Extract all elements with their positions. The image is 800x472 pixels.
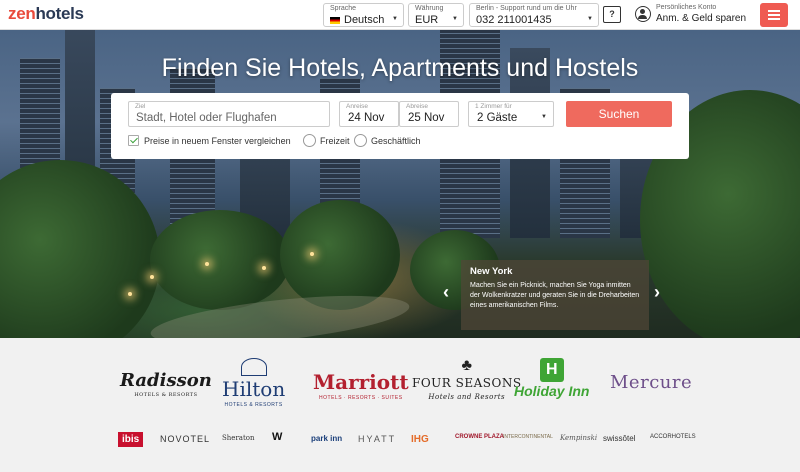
checkin-value: 24 Nov (348, 112, 385, 124)
mercure-logo: Mercure (610, 372, 692, 393)
business-radio[interactable] (354, 134, 367, 147)
checkout-label: Abreise (406, 103, 429, 110)
compare-label[interactable]: Preise in neuem Fenster vergleichen (144, 136, 291, 146)
kempinski-logo: Kempinski (560, 434, 598, 442)
marriott-sub: HOTELS · RESORTS · SUITES (319, 395, 403, 401)
user-account-icon[interactable] (635, 6, 651, 22)
hilton-logo: Hilton HOTELS & RESORTS (222, 358, 285, 408)
hyatt-logo: HYATT (358, 434, 397, 444)
currency-label: Währung (415, 5, 444, 12)
radisson-sub: HOTELS & RESORTS (134, 392, 198, 398)
ibis-logo: ibis (118, 432, 144, 447)
german-flag-icon (330, 16, 340, 24)
hilton-name: Hilton (222, 377, 286, 401)
carousel-next-arrow-icon[interactable]: › (654, 282, 660, 303)
novotel-logo: NOVOTEL (160, 434, 211, 444)
menu-bar (768, 18, 780, 20)
chat-help-icon[interactable]: ? (603, 6, 621, 23)
language-label: Sprache (330, 5, 357, 12)
leisure-radio[interactable] (303, 134, 316, 147)
hamburger-menu-button[interactable] (760, 3, 788, 27)
street-lamp (310, 252, 314, 256)
radisson-logo: Radisson HOTELS & RESORTS (120, 370, 212, 398)
promo-text: Machen Sie ein Picknick, machen Sie Yoga… (470, 282, 640, 309)
marriott-name: Marriott (313, 370, 409, 394)
currency-selector[interactable]: Währung EUR ▼ (408, 3, 464, 27)
intercontinental-logo: INTERCONTINENTAL (503, 434, 553, 440)
w-hotels-logo: W (272, 431, 283, 443)
support-phone: 032 211001435 (476, 14, 552, 26)
top-header: zenhotels Sprache Deutsch ▼ Währung EUR … (0, 0, 800, 30)
search-form: Ziel Anreise 24 Nov Abreise 25 Nov 1 Zim… (111, 93, 689, 159)
menu-bar (768, 10, 780, 12)
carousel-prev-arrow-icon[interactable]: ‹ (443, 282, 449, 303)
chevron-down-icon: ▼ (541, 114, 547, 120)
tree-emblem-icon: ♣ (461, 357, 473, 374)
search-button[interactable]: Suchen (566, 101, 672, 127)
marriott-logo: Marriott HOTELS · RESORTS · SUITES (313, 370, 409, 401)
chevron-down-icon: ▼ (392, 16, 398, 22)
currency-value: EUR (415, 14, 439, 26)
support-label: Berlin - Support rund um die Uhr (476, 5, 577, 12)
street-lamp (205, 262, 209, 266)
street-lamp (262, 266, 266, 270)
four-seasons-name: FOUR SEASONS (412, 376, 522, 390)
accorhotels-logo: ACCORHOTELS (650, 434, 696, 440)
guests-label: 1 Zimmer für (475, 103, 512, 110)
logo-hotels: hotels (35, 4, 84, 23)
support-phone-selector[interactable]: Berlin - Support rund um die Uhr 032 211… (469, 3, 599, 27)
tree (280, 200, 400, 310)
compare-checkbox[interactable] (128, 135, 139, 146)
hilton-sub: HOTELS & RESORTS (224, 402, 283, 408)
destination-promo-card[interactable]: New York Machen Sie ein Picknick, machen… (461, 260, 649, 330)
account-label[interactable]: Persönliches Konto (656, 4, 716, 11)
tree (0, 160, 160, 338)
four-seasons-sub: Hotels and Resorts (428, 393, 506, 401)
destination-input[interactable] (136, 112, 316, 124)
chevron-down-icon: ▼ (587, 16, 593, 22)
radisson-name: Radisson (120, 370, 212, 391)
account-login-link[interactable]: Anm. & Geld sparen (656, 13, 746, 24)
holiday-inn-name: Holiday Inn (514, 383, 590, 399)
street-lamp (150, 275, 154, 279)
hero-banner: Finden Sie Hotels, Apartments und Hostel… (0, 30, 800, 338)
checkin-label: Anreise (346, 103, 369, 110)
logo-zen: zen (8, 4, 36, 23)
guests-selector[interactable]: 1 Zimmer für 2 Gäste ▼ (468, 101, 554, 127)
language-value-wrap: Deutsch (330, 14, 384, 26)
sheraton-logo: Sheraton (222, 434, 255, 442)
leisure-label[interactable]: Freizeit (320, 136, 350, 146)
destination-field[interactable]: Ziel (128, 101, 330, 127)
partner-brands-section: Radisson HOTELS & RESORTS Hilton HOTELS … (0, 338, 800, 472)
business-label[interactable]: Geschäftlich (371, 136, 421, 146)
zenhotels-logo[interactable]: zenhotels (8, 4, 84, 24)
promo-title: New York (470, 266, 513, 277)
checkin-field[interactable]: Anreise 24 Nov (339, 101, 399, 127)
crowne-plaza-logo: CROWNE PLAZA (455, 434, 504, 440)
chevron-down-icon: ▼ (452, 16, 458, 22)
tree (150, 210, 290, 310)
hero-title: Finden Sie Hotels, Apartments und Hostel… (161, 54, 639, 82)
mercure-name: Mercure (610, 372, 693, 393)
hilton-emblem-icon (240, 358, 267, 376)
park-inn-logo: park inn (311, 434, 343, 443)
holiday-inn-logo: H Holiday Inn (514, 358, 589, 401)
street-lamp (128, 292, 132, 296)
four-seasons-logo: ♣ FOUR SEASONS Hotels and Resorts (412, 357, 522, 402)
ihg-logo: IHG (411, 434, 429, 445)
checkout-value: 25 Nov (408, 112, 445, 124)
swissotel-logo: swissôtel (603, 434, 636, 443)
menu-bar (768, 14, 780, 16)
language-value: Deutsch (344, 14, 385, 26)
checkout-field[interactable]: Abreise 25 Nov (399, 101, 459, 127)
destination-label: Ziel (135, 103, 146, 110)
holiday-inn-h-icon: H (539, 358, 564, 382)
guests-value: 2 Gäste (477, 112, 518, 124)
language-selector[interactable]: Sprache Deutsch ▼ (323, 3, 404, 27)
